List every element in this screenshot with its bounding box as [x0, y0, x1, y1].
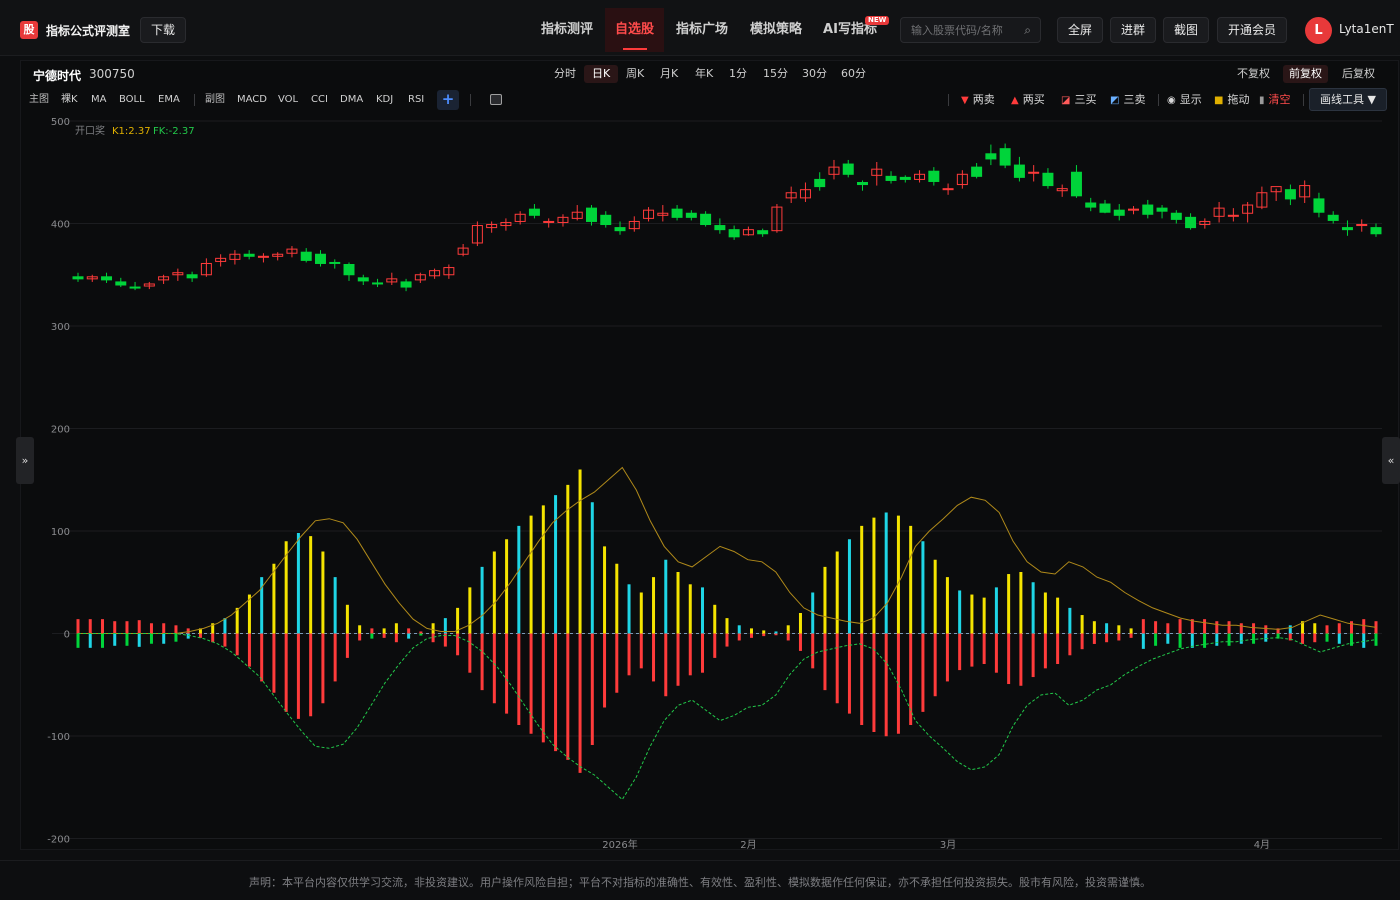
legend-k1: K1:2.37	[112, 126, 151, 137]
candle-body	[586, 207, 597, 222]
candle-body	[1284, 189, 1296, 200]
legend-name: 开口奖	[75, 124, 105, 137]
candle-body	[343, 264, 355, 276]
legend-fk: FK:-2.37	[153, 126, 195, 137]
expand-left-icon[interactable]: »	[16, 437, 34, 484]
y-tick-label: 500	[51, 117, 70, 128]
candle-body	[999, 148, 1011, 166]
candle-body	[1170, 212, 1182, 220]
candle-body	[1070, 171, 1082, 197]
candle-body	[357, 277, 369, 282]
y-tick-label: 100	[51, 527, 70, 538]
candle-body	[685, 212, 697, 218]
candle-body	[1042, 172, 1054, 187]
candle-body	[528, 208, 540, 216]
candle-body	[614, 227, 626, 232]
candle-body	[814, 178, 826, 188]
candle-body	[700, 213, 712, 226]
candle-body	[1370, 227, 1382, 235]
x-tick-label: 2026年	[602, 838, 637, 851]
candle-body	[928, 170, 940, 182]
y-tick-label: 400	[51, 220, 70, 231]
x-tick-label: 2月	[740, 839, 756, 851]
candle-body	[186, 274, 198, 279]
candle-body	[372, 282, 384, 285]
x-tick-label: 4月	[1254, 839, 1270, 851]
candle-body	[842, 163, 854, 175]
y-tick-label: -200	[47, 835, 70, 846]
candle-body	[600, 214, 612, 226]
y-tick-label: 300	[51, 322, 70, 333]
candle-body	[1099, 203, 1111, 213]
candle-body	[671, 208, 683, 218]
y-tick-label: 0	[64, 630, 70, 641]
candle-body	[1113, 209, 1125, 216]
candle-body	[1142, 204, 1154, 215]
candle-body	[1313, 198, 1325, 213]
candle-body	[857, 182, 868, 186]
candle-body	[115, 281, 127, 286]
candle-body	[728, 229, 740, 238]
candle-body	[1085, 202, 1097, 208]
candle-body	[985, 153, 997, 160]
candle-body	[757, 230, 769, 235]
y-tick-label: 200	[51, 425, 70, 436]
candle-body	[329, 261, 341, 264]
candle-body	[243, 253, 255, 257]
candle-body	[314, 253, 326, 264]
candle-body	[1341, 227, 1353, 231]
candle-body	[885, 175, 897, 181]
x-tick-label: 3月	[940, 839, 956, 851]
candle-body	[129, 286, 141, 289]
candle-body	[899, 176, 911, 180]
collapse-right-icon[interactable]: «	[1382, 437, 1400, 484]
candle-body	[1013, 164, 1025, 178]
candle-body	[714, 225, 726, 231]
candle-body	[971, 166, 983, 177]
candle-body	[72, 276, 84, 280]
price-chart[interactable]: 500 400 300 200 100 0 -100 -200 开口奖 K1:2.37 FK:-2.…	[0, 0, 1400, 860]
candle-body	[1156, 207, 1168, 212]
candle-body	[1327, 214, 1339, 221]
candle-body	[300, 251, 312, 261]
footer-disclaimer: 声明：本平台内容仅供学习交流，非投资建议。用户操作风险自担；平台不对指标的准确性…	[0, 860, 1400, 900]
candle-body	[1185, 216, 1197, 229]
candle-body	[400, 281, 412, 288]
candle-body	[101, 276, 113, 281]
y-tick-label: -100	[47, 732, 70, 743]
